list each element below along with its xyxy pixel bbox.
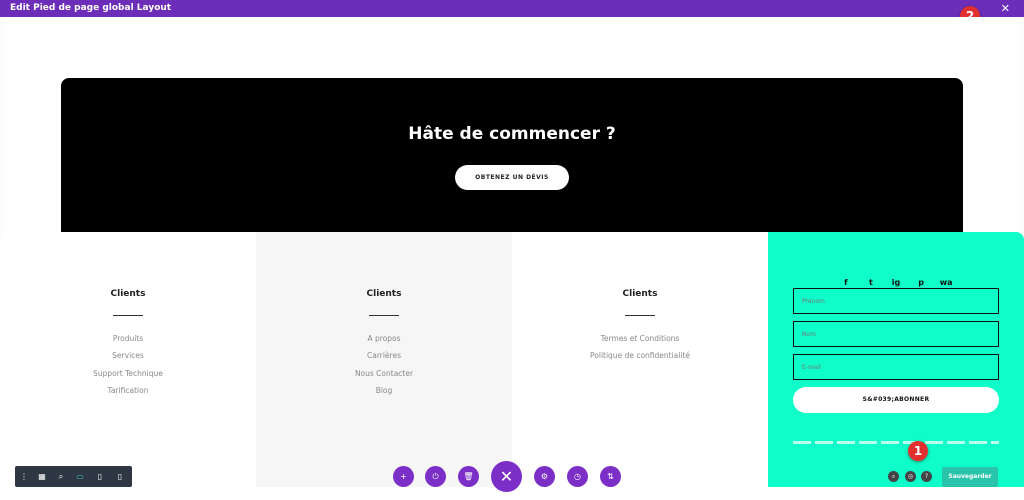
footer-link[interactable]: Politique de confidentialité (512, 351, 768, 368)
footer-column-3: Clients Termes et Conditions Politique d… (512, 232, 768, 487)
annotation-badge-1: 1 (908, 441, 928, 461)
column-title: Clients (366, 289, 402, 299)
firstname-input[interactable] (793, 288, 999, 314)
footer-link[interactable]: Services (0, 351, 256, 368)
email-input[interactable] (793, 354, 999, 380)
footer-link[interactable]: A propos (256, 334, 512, 351)
pinterest-icon[interactable]: p (914, 278, 928, 287)
twitter-icon[interactable]: t (864, 278, 878, 287)
dashed-divider (793, 441, 999, 444)
trash-icon[interactable]: 🗑 (458, 466, 479, 487)
add-icon[interactable]: + (393, 466, 414, 487)
facebook-icon[interactable]: f (839, 278, 853, 287)
desktop-icon[interactable]: ▭ (71, 466, 89, 487)
power-icon[interactable]: ⏻ (425, 466, 446, 487)
portability-icon[interactable]: ⇅ (600, 466, 621, 487)
divider (113, 315, 143, 316)
footer-link[interactable]: Produits (0, 334, 256, 351)
column-title: Clients (622, 289, 658, 299)
footer-link[interactable]: Blog (256, 386, 512, 403)
window-title: Edit Pied de page global Layout (10, 3, 172, 13)
column-title: Clients (110, 289, 146, 299)
footer-link[interactable]: Support Technique (0, 369, 256, 386)
zoom-icon[interactable]: ⌕ (52, 466, 70, 487)
newsletter-column: f t ig p wa S&#039;ABONNER (768, 232, 1024, 487)
footer-column-2: Clients A propos Carrières Nous Contacte… (256, 232, 512, 487)
footer-link[interactable]: Tarification (0, 386, 256, 403)
divider (369, 315, 399, 316)
phone-icon[interactable]: ▯ (111, 466, 129, 487)
name-input[interactable] (793, 321, 999, 347)
close-icon[interactable]: ✕ (491, 461, 522, 492)
layers-icon[interactable]: ◎ (905, 471, 916, 482)
cta-title: Hâte de commencer ? (408, 124, 616, 144)
divider (625, 315, 655, 316)
close-icon[interactable]: ✕ (1001, 0, 1010, 17)
subscribe-button[interactable]: S&#039;ABONNER (793, 387, 999, 413)
help-icon[interactable]: ? (921, 471, 932, 482)
footer-column-1: Clients Produits Services Support Techni… (0, 232, 256, 487)
tablet-icon[interactable]: ▯ (91, 466, 109, 487)
title-bar: Edit Pied de page global Layout ✕ (0, 0, 1024, 17)
view-mode-toolbar: ⋮ ▦ ⌕ ▭ ▯ ▯ (15, 466, 132, 487)
settings-icon[interactable]: ⚙ (534, 466, 555, 487)
history-icon[interactable]: ◷ (567, 466, 588, 487)
social-icons: f t ig p wa (768, 270, 1024, 289)
instagram-icon[interactable]: ig (889, 278, 903, 287)
footer-link[interactable]: Termes et Conditions (512, 334, 768, 351)
wireframe-icon[interactable]: ▦ (33, 466, 51, 487)
footer-link[interactable]: Nous Contacter (256, 369, 512, 386)
save-button[interactable]: Sauvegarder (942, 467, 998, 487)
cta-section: Hâte de commencer ? OBTENEZ UN DÉVIS (61, 78, 963, 238)
footer-link[interactable]: Carrières (256, 351, 512, 368)
whatsapp-icon[interactable]: wa (939, 278, 953, 287)
search-icon[interactable]: ⌕ (888, 471, 899, 482)
footer-section: Clients Produits Services Support Techni… (0, 232, 1024, 487)
more-icon[interactable]: ⋮ (15, 466, 33, 487)
get-quote-button[interactable]: OBTENEZ UN DÉVIS (455, 165, 569, 190)
